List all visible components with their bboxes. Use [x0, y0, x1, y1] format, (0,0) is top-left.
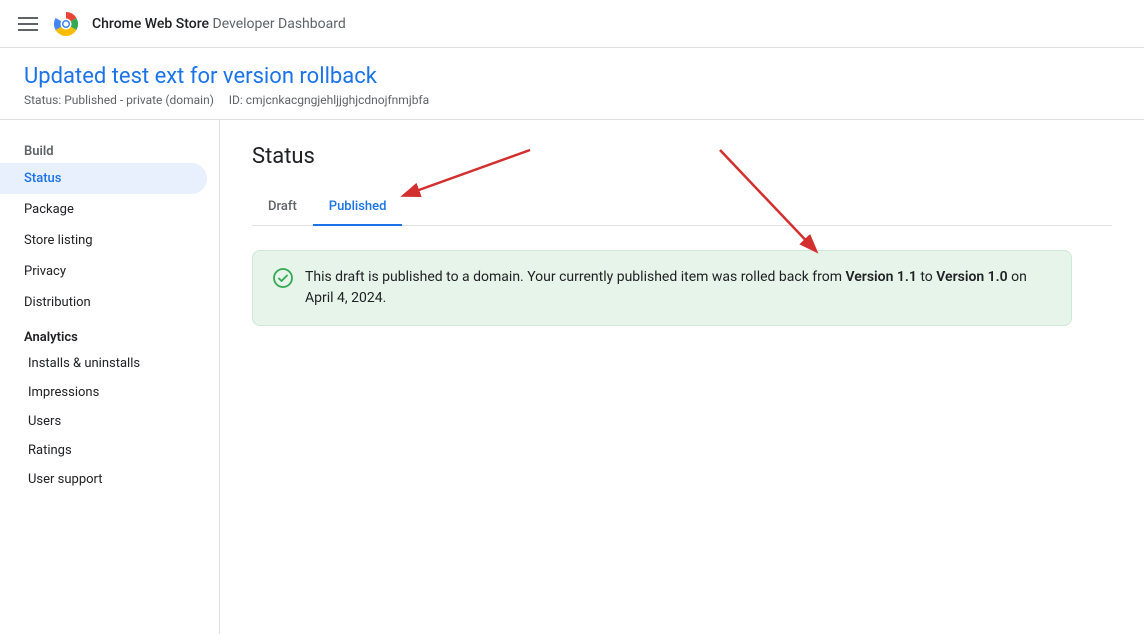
page-header: Updated test ext for version rollback St… — [0, 48, 1144, 120]
check-circle-icon — [273, 268, 293, 288]
sidebar-item-users[interactable]: Users — [0, 407, 219, 436]
main-layout: Build Status Package Store listing Priva… — [0, 120, 1144, 634]
sidebar-item-ratings[interactable]: Ratings — [0, 436, 219, 465]
sidebar-item-package[interactable]: Package — [0, 194, 207, 225]
tab-published[interactable]: Published — [313, 189, 403, 226]
menu-icon[interactable] — [16, 12, 40, 36]
status-section-title: Status — [252, 144, 1112, 169]
page-subtitle: Status: Published - private (domain) ID:… — [24, 93, 1120, 107]
analytics-section-label: Analytics — [0, 318, 219, 349]
main-content: Status Draft Published This draft is pub… — [220, 120, 1144, 634]
sidebar-item-installs[interactable]: Installs & uninstalls — [0, 349, 219, 378]
status-banner: This draft is published to a domain. You… — [252, 250, 1072, 326]
chrome-logo — [52, 10, 80, 38]
sidebar-item-privacy[interactable]: Privacy — [0, 256, 207, 287]
page-title: Updated test ext for version rollback — [24, 64, 1120, 89]
sidebar: Build Status Package Store listing Priva… — [0, 120, 220, 634]
tab-draft[interactable]: Draft — [252, 189, 313, 226]
banner-message: This draft is published to a domain. You… — [305, 267, 1051, 309]
topbar: Chrome Web Store Developer Dashboard — [0, 0, 1144, 48]
sidebar-item-status[interactable]: Status — [0, 163, 207, 194]
status-tabs: Draft Published — [252, 189, 1112, 226]
topbar-title: Chrome Web Store Developer Dashboard — [92, 16, 346, 32]
build-section-label: Build — [0, 136, 219, 163]
sidebar-item-store-listing[interactable]: Store listing — [0, 225, 207, 256]
sidebar-item-impressions[interactable]: Impressions — [0, 378, 219, 407]
sidebar-item-user-support[interactable]: User support — [0, 465, 219, 494]
sidebar-item-distribution[interactable]: Distribution — [0, 287, 207, 318]
